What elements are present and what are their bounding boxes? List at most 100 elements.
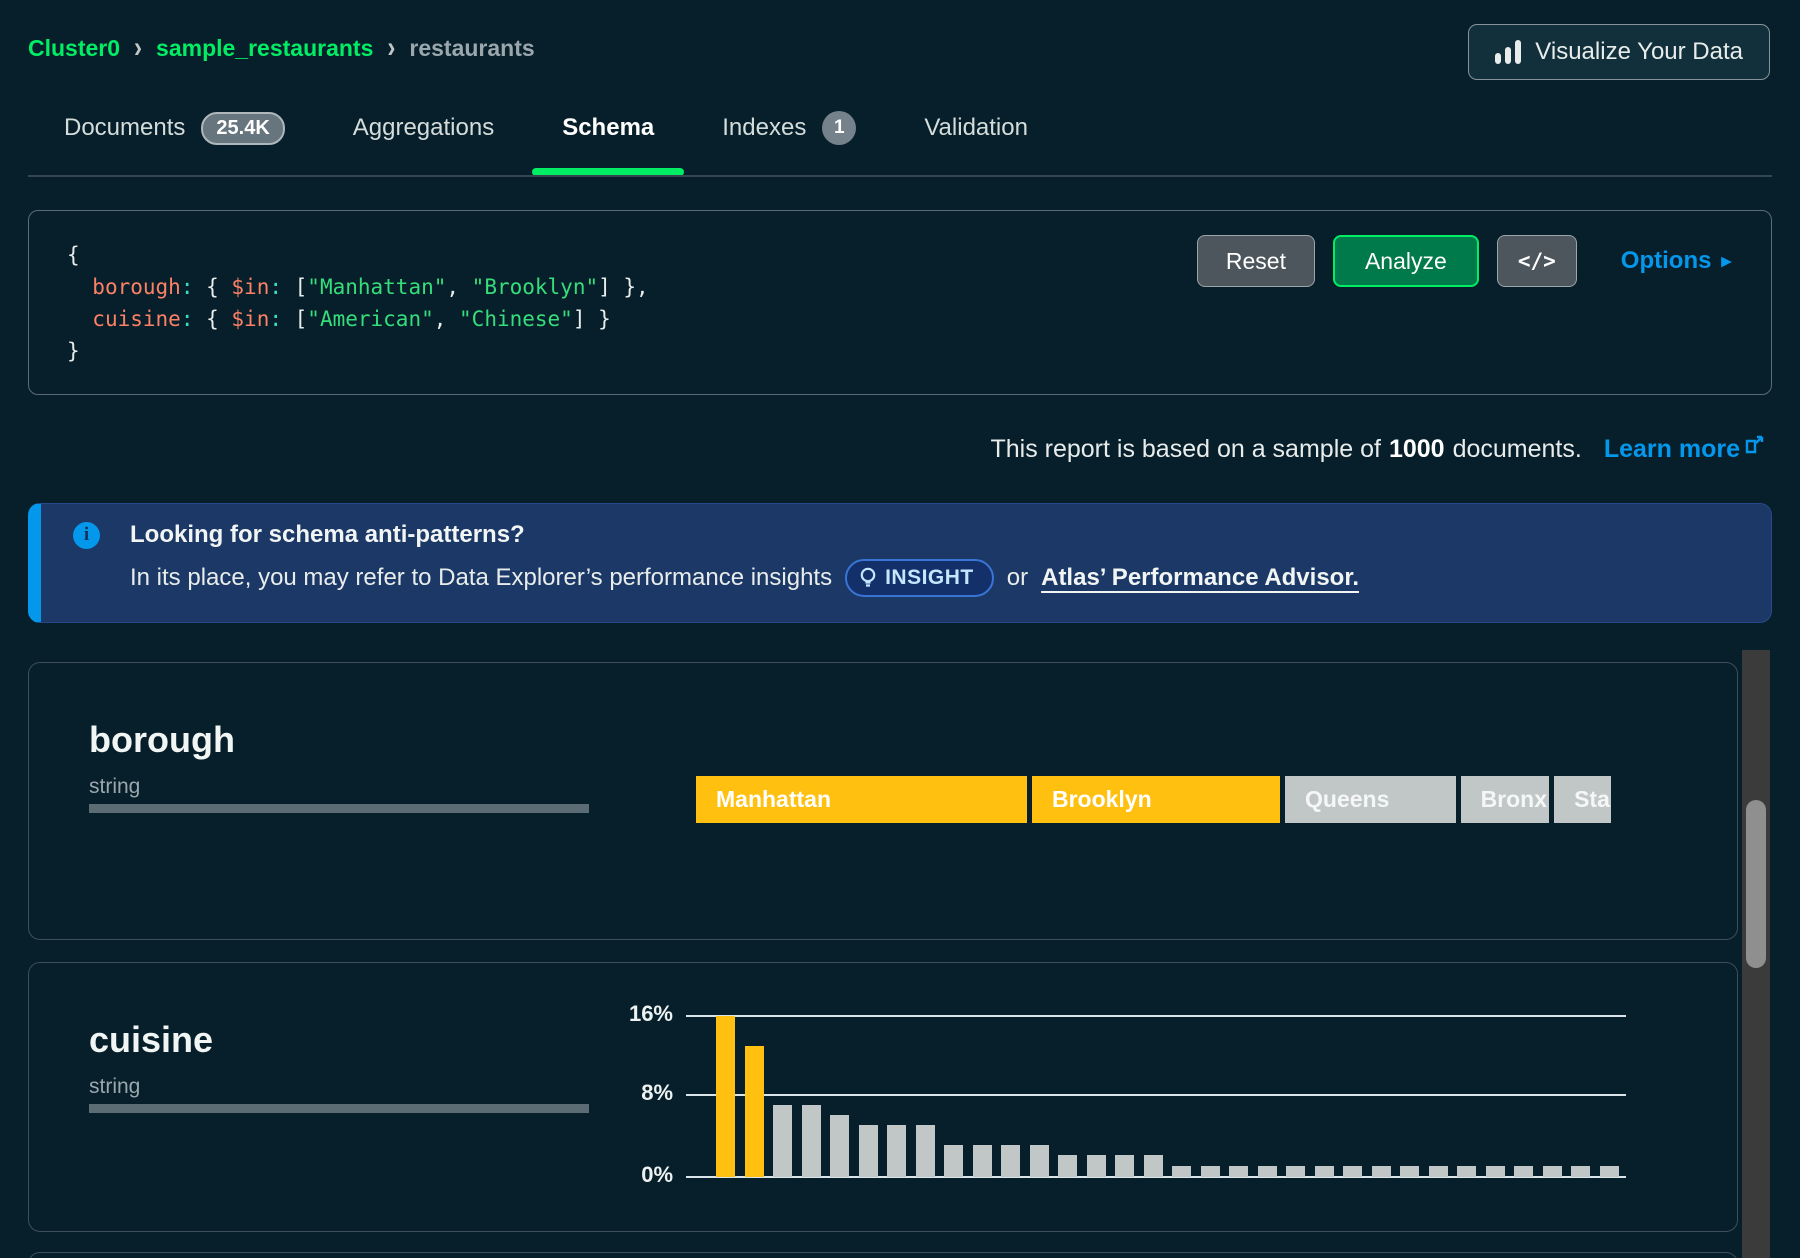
learn-more-label: Learn more xyxy=(1604,435,1740,464)
cuisine-bar-12[interactable] xyxy=(1058,1155,1077,1177)
banner-title: Looking for schema anti-patterns? xyxy=(130,521,525,549)
tab-label: Documents xyxy=(64,114,185,142)
cuisine-bar-7[interactable] xyxy=(916,1125,935,1177)
cuisine-bar-18[interactable] xyxy=(1229,1166,1248,1177)
cuisine-bar-14[interactable] xyxy=(1115,1155,1134,1177)
banner-body-or: or xyxy=(1007,564,1028,592)
insight-badge-label: INSIGHT xyxy=(885,566,974,590)
borough-bar-label: Brooklyn xyxy=(1032,786,1152,813)
borough-bar-sta[interactable]: Sta xyxy=(1554,776,1611,823)
breadcrumb: Cluster0 › sample_restaurants › restaura… xyxy=(28,34,535,62)
chevron-right-icon: › xyxy=(134,31,142,66)
tab-aggregations[interactable]: Aggregations xyxy=(319,96,528,176)
cuisine-bar-9[interactable] xyxy=(973,1145,992,1177)
field-name: borough xyxy=(89,719,235,761)
cuisine-bar-4[interactable] xyxy=(830,1115,849,1177)
visualize-data-button[interactable]: Visualize Your Data xyxy=(1468,24,1770,80)
cuisine-bar-24[interactable] xyxy=(1400,1166,1419,1177)
borough-bar-label: Bronx xyxy=(1461,786,1547,813)
cuisine-histogram: 16% 8% 0% xyxy=(29,963,1737,1231)
y-axis-tick: 8% xyxy=(583,1080,673,1106)
options-toggle[interactable]: Options ▸ xyxy=(1621,247,1731,275)
borough-bar-label: Sta xyxy=(1554,786,1610,813)
schema-antipatterns-banner: i Looking for schema anti-patterns? In i… xyxy=(28,503,1772,623)
vertical-scrollbar-track[interactable] xyxy=(1742,650,1770,1258)
cuisine-bar-3[interactable] xyxy=(802,1105,821,1177)
y-axis-tick: 16% xyxy=(583,1001,673,1027)
reset-button[interactable]: Reset xyxy=(1197,235,1315,287)
lightbulb-icon xyxy=(859,567,877,589)
borough-bar-brooklyn[interactable]: Brooklyn xyxy=(1032,776,1280,823)
performance-advisor-link[interactable]: Atlas’ Performance Advisor. xyxy=(1041,564,1359,592)
borough-bar-queens[interactable]: Queens xyxy=(1285,776,1456,823)
report-suffix: documents. xyxy=(1453,435,1582,464)
tab-indexes[interactable]: Indexes1 xyxy=(688,96,890,176)
cuisine-bar-5[interactable] xyxy=(859,1125,878,1177)
external-link-icon xyxy=(1744,435,1764,455)
field-card-next xyxy=(28,1252,1738,1258)
borough-value-bars: Manhattan Brooklyn QueensBronx Sta xyxy=(696,776,1626,823)
report-sample-count: 1000 xyxy=(1389,435,1445,464)
cuisine-bar-26[interactable] xyxy=(1457,1166,1476,1177)
cuisine-bar-29[interactable] xyxy=(1543,1166,1562,1177)
tab-label: Schema xyxy=(562,114,654,142)
borough-bar-label: Manhattan xyxy=(696,786,831,813)
breadcrumb-cluster[interactable]: Cluster0 xyxy=(28,35,120,62)
query-code-line: } xyxy=(67,335,649,367)
cuisine-bar-15[interactable] xyxy=(1144,1155,1163,1177)
tab-documents[interactable]: Documents 25.4K xyxy=(30,96,319,176)
cuisine-bar-21[interactable] xyxy=(1315,1166,1334,1177)
borough-bar-manhattan[interactable]: Manhattan xyxy=(696,776,1027,823)
cuisine-bar-19[interactable] xyxy=(1258,1166,1277,1177)
query-code-line: cuisine: { $in: ["American", "Chinese"] … xyxy=(67,303,649,335)
query-code[interactable]: { borough: { $in: ["Manhattan", "Brookly… xyxy=(67,239,649,367)
info-icon: i xyxy=(73,522,100,549)
cuisine-bar-17[interactable] xyxy=(1201,1166,1220,1177)
cuisine-bar-25[interactable] xyxy=(1429,1166,1448,1177)
vertical-scrollbar-thumb[interactable] xyxy=(1746,800,1766,968)
tab-schema[interactable]: Schema xyxy=(528,96,688,176)
cuisine-bar-28[interactable] xyxy=(1514,1166,1533,1177)
cuisine-bar-1[interactable] xyxy=(745,1046,764,1177)
report-prefix: This report is based on a sample of xyxy=(990,435,1380,464)
breadcrumb-database[interactable]: sample_restaurants xyxy=(156,35,373,62)
cuisine-bar-10[interactable] xyxy=(1001,1145,1020,1177)
query-actions: Reset Analyze </> Options ▸ xyxy=(1197,235,1731,287)
query-code-line: { xyxy=(67,239,649,271)
borough-bar-bronx[interactable]: Bronx xyxy=(1461,776,1550,823)
query-code-line: borough: { $in: ["Manhattan", "Brooklyn"… xyxy=(67,271,649,303)
query-editor[interactable]: { borough: { $in: ["Manhattan", "Brookly… xyxy=(28,210,1772,395)
code-toggle-button[interactable]: </> xyxy=(1497,235,1577,287)
analyze-button[interactable]: Analyze xyxy=(1333,235,1479,287)
field-card-borough: borough string ManhattanBrooklynQueensBr… xyxy=(28,662,1738,940)
code-icon: </> xyxy=(1518,249,1556,273)
cuisine-bar-22[interactable] xyxy=(1343,1166,1362,1177)
y-axis-tick: 0% xyxy=(583,1162,673,1188)
cuisine-bar-30[interactable] xyxy=(1571,1166,1590,1177)
cuisine-bar-2[interactable] xyxy=(773,1105,792,1177)
cuisine-bar-0[interactable] xyxy=(716,1016,735,1177)
field-card-cuisine: cuisine string 16% 8% 0% xyxy=(28,962,1738,1232)
triangle-right-icon: ▸ xyxy=(1721,250,1731,273)
tab-badge: 25.4K xyxy=(201,112,284,145)
learn-more-link[interactable]: Learn more xyxy=(1604,435,1764,464)
bar-chart-icon xyxy=(1495,40,1521,64)
cuisine-bar-13[interactable] xyxy=(1087,1155,1106,1177)
cuisine-bar-11[interactable] xyxy=(1030,1145,1049,1177)
tabs-divider xyxy=(28,175,1772,177)
cuisine-bar-8[interactable] xyxy=(944,1145,963,1177)
cuisine-bar-27[interactable] xyxy=(1486,1166,1505,1177)
options-label: Options xyxy=(1621,247,1712,275)
visualize-data-label: Visualize Your Data xyxy=(1535,38,1743,66)
cuisine-bar-31[interactable] xyxy=(1600,1166,1619,1177)
cuisine-bar-23[interactable] xyxy=(1372,1166,1391,1177)
tab-bar: Documents 25.4K Aggregations Schema Indexes1… xyxy=(30,96,1062,176)
tab-label: Indexes xyxy=(722,114,806,142)
tab-validation[interactable]: Validation xyxy=(890,96,1062,176)
cuisine-bar-20[interactable] xyxy=(1286,1166,1305,1177)
sample-report-line: This report is based on a sample of 1000… xyxy=(990,435,1764,464)
cuisine-bar-16[interactable] xyxy=(1172,1166,1191,1177)
insight-badge[interactable]: INSIGHT xyxy=(845,559,994,597)
cuisine-bar-6[interactable] xyxy=(887,1125,906,1177)
type-distribution-bar xyxy=(89,804,589,813)
